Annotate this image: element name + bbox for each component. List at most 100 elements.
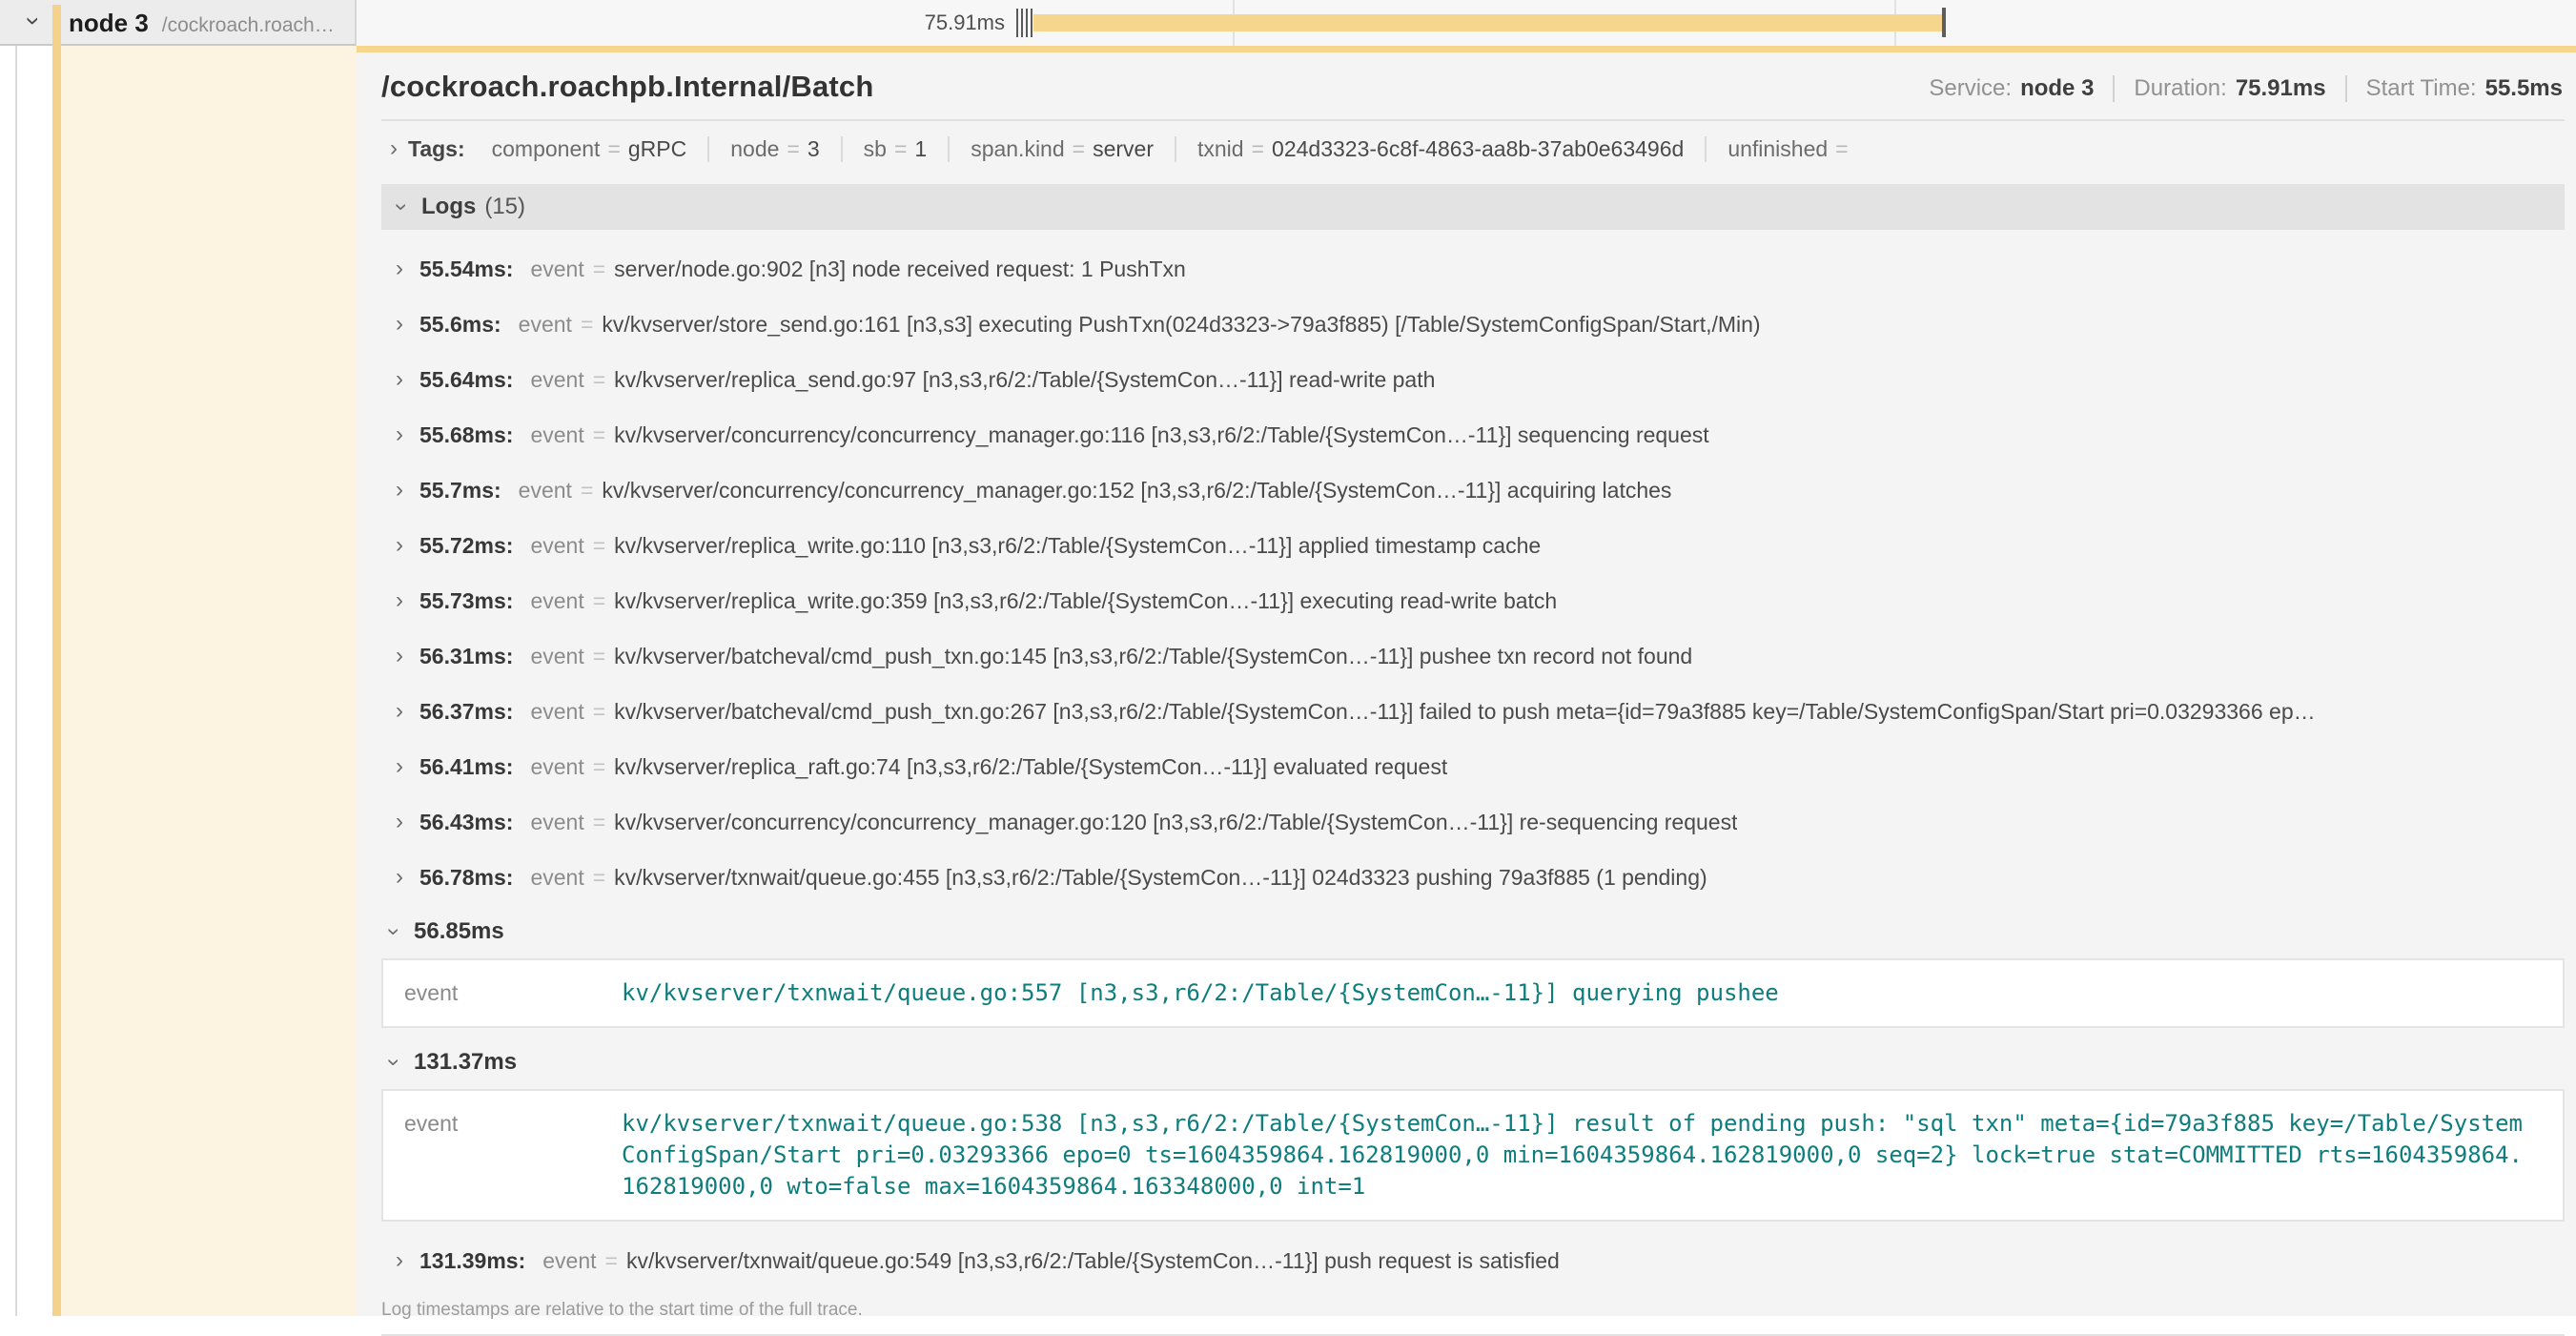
tag-value: gRPC (628, 136, 686, 161)
service-name: node 3 (69, 9, 149, 38)
log-timestamp: 55.68ms: (419, 422, 513, 448)
equals-sign (593, 422, 605, 448)
log-timestamp: 55.64ms: (419, 367, 513, 393)
tag-key: span.kind (971, 136, 1064, 161)
chevron-down-icon[interactable]: › (19, 7, 48, 35)
log-timestamp: 55.6ms: (419, 312, 501, 338)
log-entry[interactable]: 56.41ms: event kv/kvserver/replica_raft.… (381, 739, 2565, 794)
log-timestamp: 56.85ms (414, 918, 504, 945)
equals-sign (593, 257, 605, 282)
chevron-right-icon[interactable] (387, 421, 412, 448)
chevron-right-icon[interactable] (387, 532, 412, 559)
equals-sign (1073, 136, 1085, 161)
tags-label: Tags: (408, 136, 465, 162)
log-entry[interactable]: 56.78ms: event kv/kvserver/txnwait/queue… (381, 850, 2565, 905)
log-field-key: event (530, 367, 583, 393)
tag-key: txnid (1197, 136, 1244, 161)
log-entry[interactable]: 56.43ms: event kv/kvserver/concurrency/c… (381, 794, 2565, 850)
log-entry[interactable]: 55.54ms: event server/node.go:902 [n3] n… (381, 241, 2565, 297)
log-timestamp: 56.41ms: (419, 754, 513, 780)
chevron-down-icon[interactable] (389, 194, 414, 220)
log-field-value: kv/kvserver/concurrency/concurrency_mana… (614, 810, 1737, 835)
log-field-value: kv/kvserver/txnwait/queue.go:455 [n3,s3,… (614, 865, 1707, 891)
logs-title: Logs (421, 194, 476, 220)
span-meta: Service:node 3 Duration:75.91ms Start Ti… (1929, 75, 2565, 104)
service-meta: Service:node 3 (1929, 75, 2113, 102)
log-entry[interactable]: 55.68ms: event kv/kvserver/concurrency/c… (381, 407, 2565, 462)
chevron-down-icon[interactable] (381, 1049, 406, 1076)
logs-footnote: Log timestamps are relative to the start… (381, 1300, 2565, 1321)
chevron-right-icon[interactable] (387, 311, 412, 338)
span-row[interactable]: › node 3 /cockroach.roach… 75.91ms (0, 0, 2576, 46)
log-timestamp: 55.73ms: (419, 588, 513, 614)
chevron-right-icon[interactable] (387, 366, 412, 393)
tag-value: 3 (808, 136, 820, 161)
tag-key: component (492, 136, 601, 161)
log-field-key: event (404, 1108, 622, 1202)
tag-item: txnid 024d3323-6c8f-4863-aa8b-37ab0e63496… (1175, 136, 1705, 162)
log-entry[interactable]: 56.31ms: event kv/kvserver/batcheval/cmd… (381, 628, 2565, 684)
log-entry-expanded-header[interactable]: 131.37ms (381, 1039, 2565, 1085)
equals-sign (593, 699, 605, 725)
chevron-right-icon[interactable] (387, 809, 412, 835)
equals-sign (1835, 136, 1848, 161)
timeline-header[interactable]: 75.91ms (357, 0, 2576, 46)
log-timestamp: 56.31ms: (419, 644, 513, 669)
tag-item: sb1 (841, 136, 949, 162)
equals-sign (581, 312, 593, 338)
tag-value: 024d3323-6c8f-4863-aa8b-37ab0e63496d (1272, 136, 1684, 161)
log-field-value: kv/kvserver/replica_write.go:359 [n3,s3,… (614, 588, 1557, 614)
log-entry[interactable]: 55.6ms: event kv/kvserver/store_send.go:… (381, 297, 2565, 352)
tree-indent-guide (15, 46, 17, 1316)
chevron-right-icon[interactable] (387, 256, 412, 282)
equals-sign (593, 810, 605, 835)
chevron-right-icon[interactable] (387, 864, 412, 891)
chevron-right-icon[interactable] (387, 587, 412, 614)
log-field-key: event (530, 865, 583, 891)
log-entry[interactable]: 55.73ms: event kv/kvserver/replica_write… (381, 573, 2565, 628)
log-field-key: event (542, 1248, 596, 1274)
duration-meta-label: Duration: (2134, 75, 2226, 101)
log-timestamp: 131.39ms: (419, 1248, 525, 1274)
chevron-right-icon[interactable] (387, 753, 412, 780)
log-timestamp: 56.43ms: (419, 810, 513, 835)
chevron-right-icon[interactable] (387, 643, 412, 669)
tag-key: unfinished (1728, 136, 1828, 161)
chevron-down-icon[interactable] (381, 918, 406, 945)
logs-section-header[interactable]: Logs (15) (381, 184, 2565, 230)
duration-label: 75.91ms (852, 10, 1005, 35)
duration-meta: Duration:75.91ms (2113, 75, 2344, 102)
log-entry[interactable]: 55.7ms: event kv/kvserver/concurrency/co… (381, 462, 2565, 518)
log-marker-ticks-icon (1016, 9, 1033, 37)
log-entry[interactable]: 55.64ms: event kv/kvserver/replica_send.… (381, 352, 2565, 407)
log-field-value: kv/kvserver/batcheval/cmd_push_txn.go:26… (614, 699, 2315, 725)
log-timestamp: 56.37ms: (419, 699, 513, 725)
span-detail-panel: /cockroach.roachpb.Internal/Batch Servic… (357, 46, 2576, 1316)
log-field-value: kv/kvserver/replica_raft.go:74 [n3,s3,r6… (614, 754, 1447, 780)
log-entry-expanded-header[interactable]: 56.85ms (381, 909, 2565, 955)
log-field-value: kv/kvserver/concurrency/concurrency_mana… (614, 422, 1708, 448)
equals-sign (593, 754, 605, 780)
log-field-key: event (530, 257, 583, 282)
tags-section-header[interactable]: Tags: componentgRPC node3 sb1 span.kinds… (381, 121, 2565, 176)
log-field-value: kv/kvserver/txnwait/queue.go:538 [n3,s3,… (622, 1108, 2536, 1202)
chevron-right-icon[interactable] (387, 477, 412, 504)
log-timestamp: 55.72ms: (419, 533, 513, 559)
equals-sign (593, 533, 605, 559)
span-end-marker (1942, 8, 1946, 37)
log-entry[interactable]: 55.72ms: event kv/kvserver/replica_write… (381, 518, 2565, 573)
span-bar[interactable] (1033, 14, 1942, 31)
log-entry[interactable]: 131.39ms: event kv/kvserver/txnwait/queu… (381, 1233, 2565, 1288)
tag-item: span.kindserver (948, 136, 1175, 162)
log-field-key: event (530, 588, 583, 614)
log-field-key: event (530, 644, 583, 669)
equals-sign (593, 865, 605, 891)
log-field-key: event (530, 699, 583, 725)
logs-count: (15) (484, 194, 525, 220)
log-field-value: kv/kvserver/txnwait/queue.go:549 [n3,s3,… (626, 1248, 1560, 1274)
log-entry[interactable]: 56.37ms: event kv/kvserver/batcheval/cmd… (381, 684, 2565, 739)
chevron-right-icon[interactable] (387, 1247, 412, 1274)
start-time-meta-value: 55.5ms (2485, 75, 2563, 101)
chevron-right-icon[interactable] (381, 135, 406, 162)
chevron-right-icon[interactable] (387, 698, 412, 725)
